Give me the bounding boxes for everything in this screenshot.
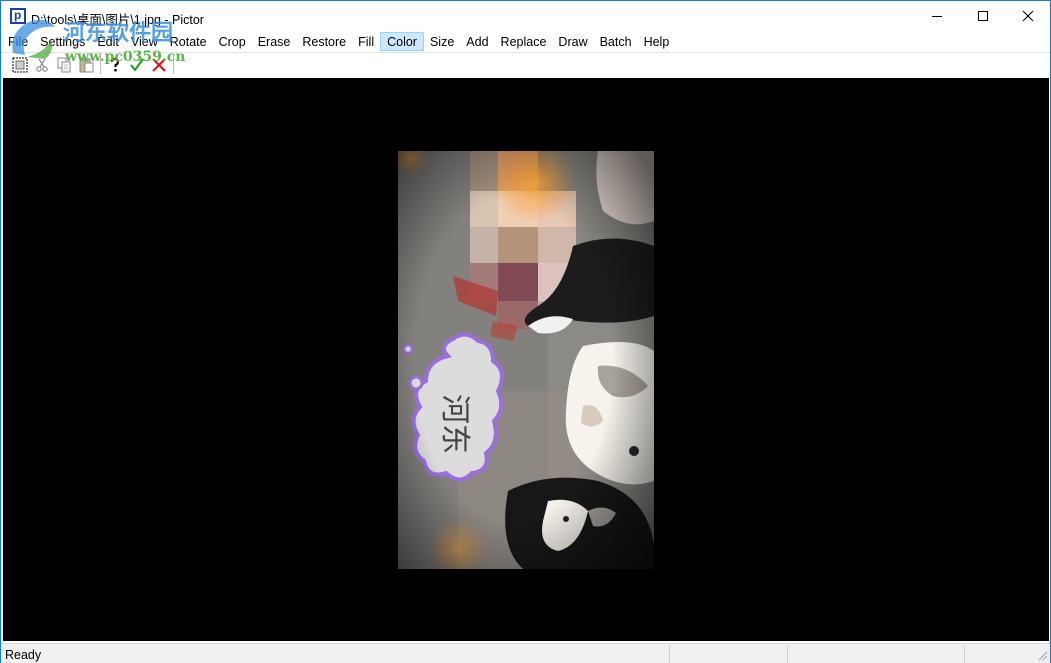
close-icon bbox=[1022, 10, 1034, 22]
apply-button[interactable] bbox=[126, 54, 148, 76]
copy-button[interactable] bbox=[53, 54, 75, 76]
menu-crop[interactable]: Crop bbox=[213, 32, 252, 51]
cut-icon bbox=[36, 58, 48, 72]
status-pane-3 bbox=[964, 645, 965, 663]
photo-content bbox=[398, 151, 654, 569]
image-canvas[interactable]: 河东 bbox=[3, 78, 1049, 641]
title-bar[interactable]: p D:\tools\桌面\图片\1.jpg - Pictor bbox=[1, 1, 1050, 31]
toolbar bbox=[1, 52, 1050, 77]
maximize-button[interactable] bbox=[960, 1, 1006, 31]
apply-icon bbox=[130, 58, 144, 72]
loaded-photo[interactable]: 河东 bbox=[398, 151, 654, 569]
speech-bubble-text: 河东 bbox=[437, 394, 472, 454]
resize-grip-icon[interactable] bbox=[1036, 649, 1048, 661]
menu-settings[interactable]: Settings bbox=[34, 32, 91, 51]
status-text: Ready bbox=[5, 648, 42, 662]
cut-button[interactable] bbox=[31, 54, 53, 76]
menu-replace[interactable]: Replace bbox=[495, 32, 553, 51]
menu-batch[interactable]: Batch bbox=[594, 32, 638, 51]
pictor-app-icon[interactable]: p bbox=[10, 8, 26, 24]
menu-color[interactable]: Color bbox=[380, 32, 424, 51]
cancel-button[interactable] bbox=[148, 54, 170, 76]
menu-restore[interactable]: Restore bbox=[296, 32, 352, 51]
menu-rotate[interactable]: Rotate bbox=[164, 32, 213, 51]
status-pane-2 bbox=[787, 645, 788, 663]
paste-icon bbox=[79, 57, 94, 73]
menu-add[interactable]: Add bbox=[460, 32, 494, 51]
help-icon bbox=[111, 57, 120, 72]
menu-help[interactable]: Help bbox=[638, 32, 676, 51]
menu-fill[interactable]: Fill bbox=[352, 32, 380, 51]
app-icon-letter: p bbox=[14, 8, 22, 22]
toolbar-separator bbox=[100, 56, 101, 74]
close-button[interactable] bbox=[1005, 1, 1051, 31]
minimize-button[interactable] bbox=[914, 1, 960, 31]
menu-bar: File Settings Edit View Rotate Crop Eras… bbox=[1, 31, 1050, 52]
menu-size[interactable]: Size bbox=[424, 32, 460, 51]
select-rect-button[interactable] bbox=[9, 54, 31, 76]
menu-file[interactable]: File bbox=[2, 32, 34, 51]
toolbar-separator-end bbox=[173, 56, 174, 74]
cancel-icon bbox=[152, 58, 166, 72]
copy-icon bbox=[57, 57, 71, 73]
minimize-icon bbox=[932, 15, 942, 17]
menu-erase[interactable]: Erase bbox=[252, 32, 297, 51]
paste-button[interactable] bbox=[75, 54, 97, 76]
menu-view[interactable]: View bbox=[125, 32, 164, 51]
status-bar: Ready bbox=[1, 643, 1050, 663]
app-window: p D:\tools\桌面\图片\1.jpg - Pictor File Set… bbox=[0, 0, 1051, 663]
select-rect-icon bbox=[12, 57, 28, 73]
maximize-icon bbox=[978, 11, 988, 21]
window-title: D:\tools\桌面\图片\1.jpg - Pictor bbox=[31, 13, 204, 27]
help-button[interactable] bbox=[104, 54, 126, 76]
menu-edit[interactable]: Edit bbox=[91, 32, 125, 51]
menu-draw[interactable]: Draw bbox=[552, 32, 593, 51]
status-pane-1 bbox=[669, 645, 670, 663]
